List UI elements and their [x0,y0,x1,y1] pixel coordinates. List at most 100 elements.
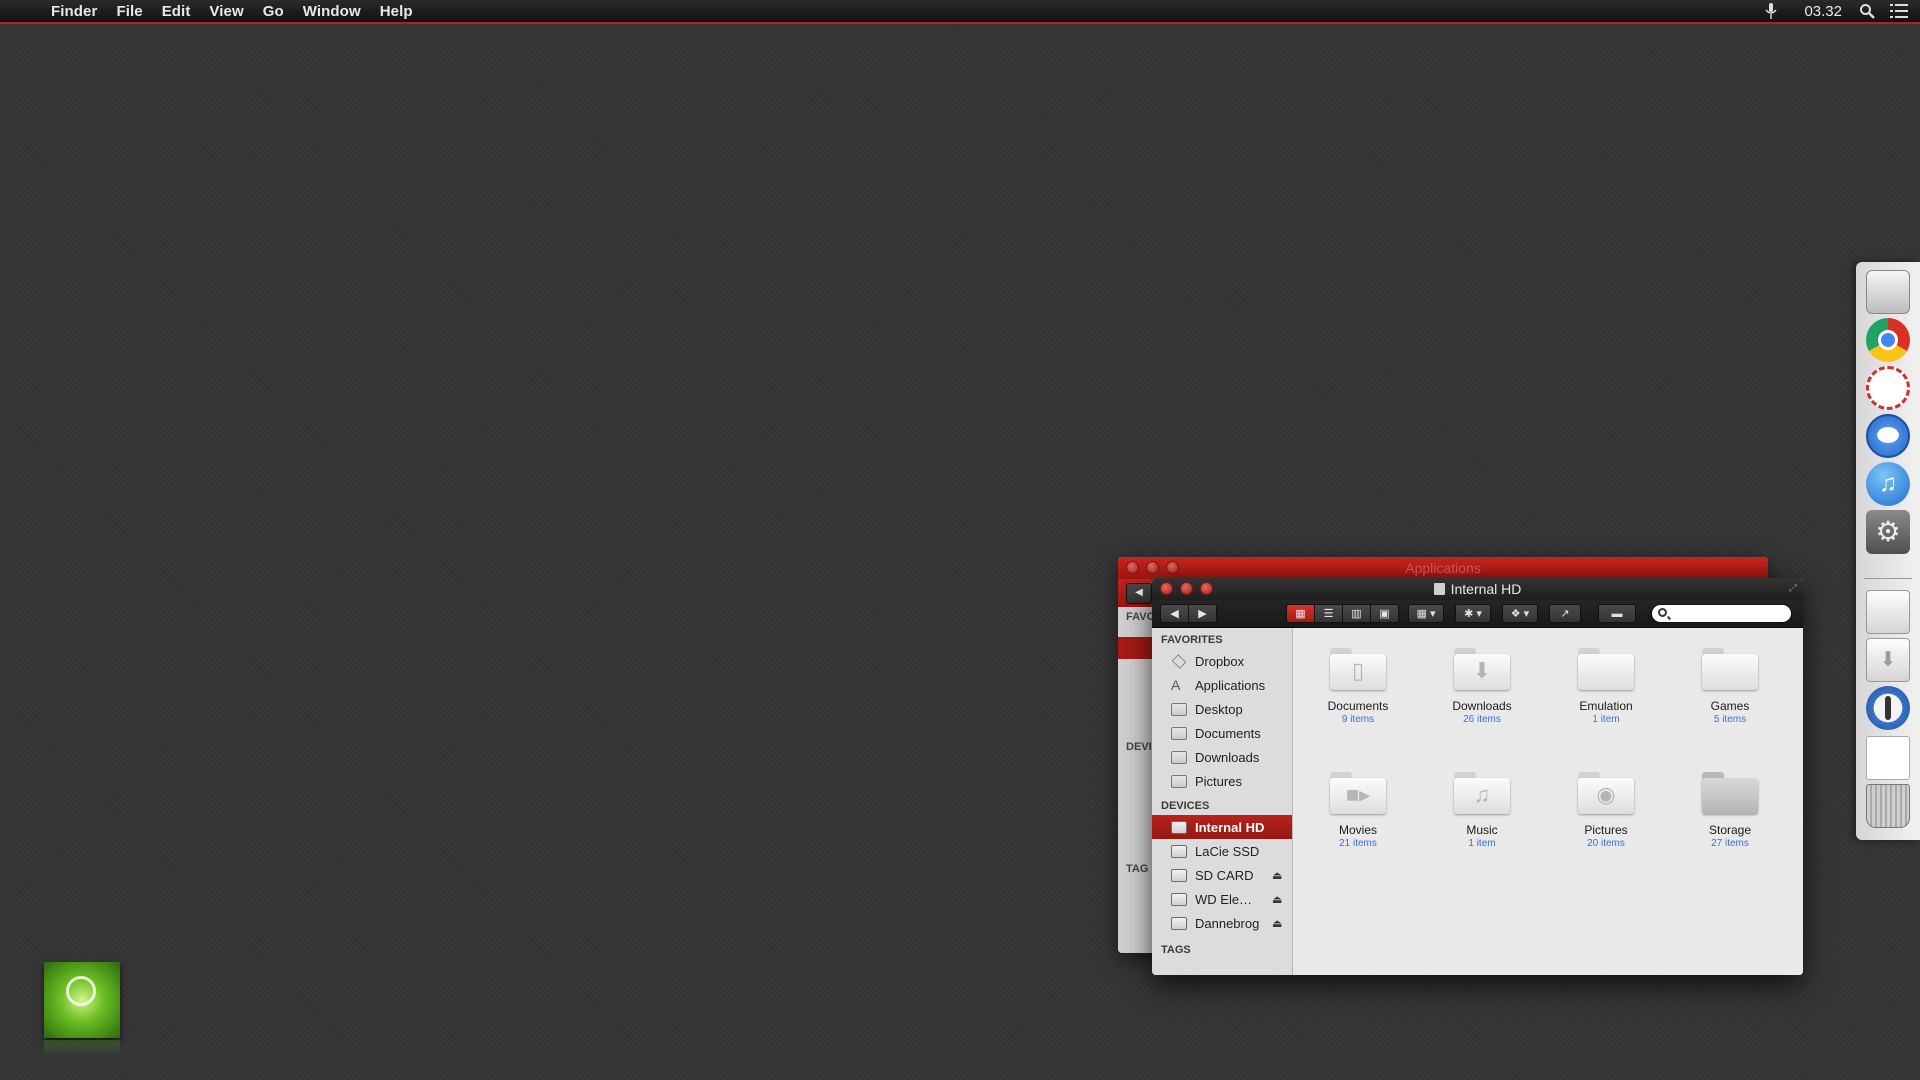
folder-documents[interactable]: ▯ Documents 9 items [1303,646,1413,725]
pictures-folder-icon: ◉ [1578,770,1634,814]
sidebar-item-wd-elements[interactable]: WD Ele… ⏏ [1152,887,1292,911]
sidebar-item-internal-hd[interactable]: Internal HD [1152,815,1292,839]
item-count: 5 items [1713,714,1747,725]
finder-dock-icon[interactable] [1866,270,1910,314]
folder-music[interactable]: ♫ Music 1 item [1427,770,1537,849]
sidebar-devices-header: DEVICES [1161,800,1210,812]
drive-icon [1171,820,1187,834]
documents-stack-icon[interactable] [1866,590,1910,634]
menu-go[interactable]: Go [263,3,284,20]
sidebar-devices-header: DEVI [1126,741,1152,753]
clock[interactable]: 03.32 [1804,3,1842,20]
sidebar-item-documents[interactable]: Documents [1152,721,1292,745]
sidebar-item-pictures[interactable]: Pictures [1152,769,1292,793]
downloads-folder-icon: ⬇ [1454,646,1510,690]
itunes-dock-icon[interactable]: ♫ [1866,462,1910,506]
downloads-stack-icon[interactable]: ⬇ [1866,638,1910,682]
folder-movies[interactable]: ■▸ Movies 21 items [1303,770,1413,849]
menu-view[interactable]: View [209,3,243,20]
column-view-button[interactable]: ▥ [1343,605,1371,622]
sidebar-item-sd-card[interactable]: SD CARD ⏏ [1152,863,1292,887]
sidebar-item-applications[interactable]: A Applications [1152,673,1292,697]
drive-icon [1433,583,1445,595]
sidebar-item-dropbox[interactable]: Dropbox [1152,649,1292,673]
apple-menu-icon[interactable] [20,4,34,18]
window-title: Internal HD [1152,581,1803,597]
action-gear-button[interactable]: ✱ ▾ [1455,604,1491,623]
folder-emulation[interactable]: Emulation 1 item [1551,646,1661,725]
menu-help[interactable]: Help [380,3,413,20]
item-name: Downloads [1452,699,1512,713]
view-mode-buttons: ▦ ☰ ▥ ▣ [1286,604,1399,623]
back-forward-buttons: ◀ ▶ [1160,604,1217,623]
1password-dock-icon[interactable] [1866,686,1910,730]
eject-icon[interactable]: ⏏ [1272,893,1282,906]
forward-button[interactable]: ▶ [1189,605,1216,622]
applications-icon: A [1171,676,1181,693]
item-count: 27 items [1711,838,1749,849]
desktop-icon [1171,702,1187,716]
web-page-dock-icon[interactable] [1866,736,1910,780]
system-preferences-dock-icon[interactable]: ⚙ [1866,510,1910,554]
sidebar-favorites-header: FAVORITES [1161,634,1223,646]
sidebar-item-dannebrog[interactable]: Dannebrog ⏏ [1152,911,1292,935]
sidebar-item-lacie-ssd[interactable]: LaCie SSD [1152,839,1292,863]
drive-icon [1171,844,1187,858]
eject-icon[interactable]: ⏏ [1272,869,1282,882]
finder-window[interactable]: Internal HD ⤢ ◀ ▶ ▦ ☰ ▥ ▣ ▦ ▾ ✱ ▾ ❖ ▾ ↗ … [1152,578,1803,975]
cover-flow-button[interactable]: ▣ [1371,605,1398,622]
arrange-button[interactable]: ▦ ▾ [1408,604,1444,623]
drive-icon [1171,916,1187,930]
back-button[interactable]: ◀ [1161,605,1189,622]
sidebar-item-label: Downloads [1195,749,1260,765]
menu-edit[interactable]: Edit [162,3,191,20]
sidebar-item-label: Internal HD [1195,819,1265,835]
dropbox-button[interactable]: ❖ ▾ [1502,604,1538,623]
sidebar-item-label: Documents [1195,725,1261,741]
sidebar-item-downloads[interactable]: Downloads [1152,745,1292,769]
microphone-icon[interactable] [1762,2,1780,20]
sidebar-item-label: Applications [1195,677,1266,693]
chrome-dock-icon[interactable] [1866,318,1910,362]
folder-pictures[interactable]: ◉ Pictures 20 items [1551,770,1661,849]
folder-games[interactable]: Games 5 items [1675,646,1785,725]
item-name: Emulation [1579,699,1633,713]
documents-folder-icon: ▯ [1330,646,1386,690]
search-field[interactable] [1651,604,1792,623]
folder-icon [1171,750,1187,764]
icon-view-button[interactable]: ▦ [1287,605,1315,622]
menu-file[interactable]: File [116,3,142,20]
menu-bar: Finder File Edit View Go Window Help 03.… [0,0,1920,24]
window-titlebar[interactable]: Internal HD ⤢ [1152,578,1803,600]
drive-icon [1171,892,1187,906]
messages-dock-icon[interactable] [1866,414,1910,458]
folder-icon [1702,770,1758,814]
applications-titlebar[interactable]: Applications [1118,557,1768,579]
sidebar-item-desktop[interactable]: Desktop [1152,697,1292,721]
back-button[interactable]: ◀ [1126,583,1152,604]
item-count: 1 item [1592,714,1620,725]
menu-finder[interactable]: Finder [51,3,97,20]
desktop-image-icon[interactable] [44,962,120,1038]
folder-icon [1171,726,1187,740]
list-view-button[interactable]: ☰ [1315,605,1343,622]
item-count: 1 item [1468,838,1496,849]
folder-downloads[interactable]: ⬇ Downloads 26 items [1427,646,1537,725]
dropbox-icon [1171,653,1187,669]
mail-dock-icon[interactable] [1866,366,1910,410]
menu-window[interactable]: Window [303,3,361,20]
item-name: Pictures [1584,823,1628,837]
trash-dock-icon[interactable] [1866,784,1910,828]
sidebar: FAVORITES Dropbox A Applications Desktop … [1152,628,1293,975]
window-title: Applications [1405,560,1481,576]
sidebar-item-label: Dannebrog [1195,915,1260,931]
tags-button[interactable]: ▬ [1598,604,1636,623]
fullscreen-icon[interactable]: ⤢ [1789,583,1797,594]
window-title-text: Internal HD [1450,581,1522,597]
eject-icon[interactable]: ⏏ [1272,917,1282,930]
folder-storage[interactable]: Storage 27 items [1675,770,1785,849]
share-button[interactable]: ↗ [1549,604,1581,623]
notification-center-icon[interactable] [1890,2,1908,20]
spotlight-search-icon[interactable] [1858,2,1876,20]
item-name: Music [1466,823,1498,837]
